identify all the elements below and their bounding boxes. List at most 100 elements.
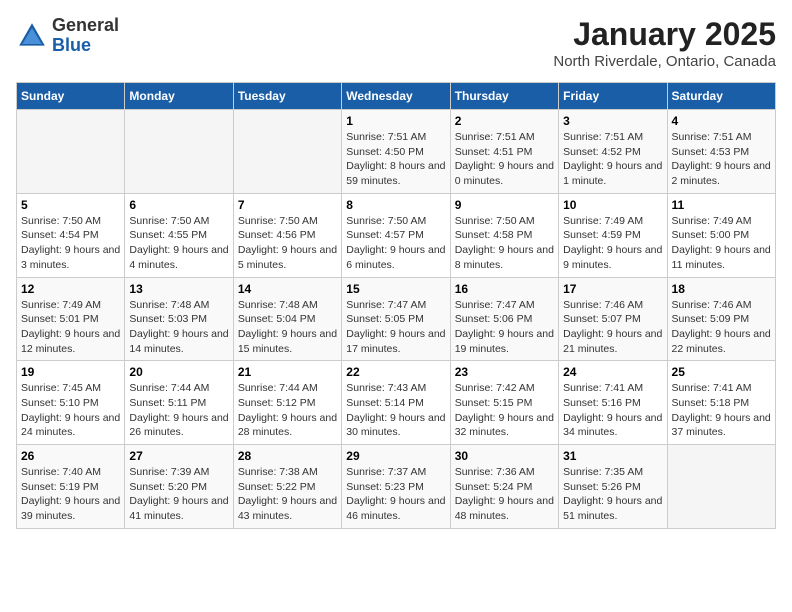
calendar-cell [667, 445, 775, 529]
calendar-cell: 24 Sunrise: 7:41 AM Sunset: 5:16 PM Dayli… [559, 361, 667, 445]
day-info: Sunrise: 7:50 AM Sunset: 4:58 PM Dayligh… [455, 214, 554, 273]
calendar-cell: 30 Sunrise: 7:36 AM Sunset: 5:24 PM Dayli… [450, 445, 558, 529]
day-number: 18 [672, 282, 771, 296]
day-info: Sunrise: 7:49 AM Sunset: 4:59 PM Dayligh… [563, 214, 662, 273]
day-info: Sunrise: 7:46 AM Sunset: 5:07 PM Dayligh… [563, 298, 662, 357]
calendar-cell: 25 Sunrise: 7:41 AM Sunset: 5:18 PM Dayli… [667, 361, 775, 445]
calendar-cell: 20Sunrise: 7:44 AM Sunset: 5:11 PM Dayli… [125, 361, 233, 445]
day-info: Sunrise: 7:35 AM Sunset: 5:26 PM Dayligh… [563, 465, 662, 524]
day-info: Sunrise: 7:48 AM Sunset: 5:03 PM Dayligh… [129, 298, 228, 357]
day-number: 26 [21, 449, 120, 463]
calendar-cell: 10 Sunrise: 7:49 AM Sunset: 4:59 PM Dayli… [559, 193, 667, 277]
day-info: Sunrise: 7:44 AM Sunset: 5:11 PM Dayligh… [129, 381, 228, 440]
calendar-cell: 14 Sunrise: 7:48 AM Sunset: 5:04 PM Dayli… [233, 277, 341, 361]
day-info: Sunrise: 7:37 AM Sunset: 5:23 PM Dayligh… [346, 465, 445, 524]
day-number: 17 [563, 282, 662, 296]
day-info: Sunrise: 7:50 AM Sunset: 4:54 PM Dayligh… [21, 214, 120, 273]
calendar-subtitle: North Riverdale, Ontario, Canada [553, 53, 776, 70]
calendar-cell: 27 Sunrise: 7:39 AM Sunset: 5:20 PM Dayli… [125, 445, 233, 529]
calendar-cell: 5 Sunrise: 7:50 AM Sunset: 4:54 PM Daylig… [17, 193, 125, 277]
calendar-table: SundayMondayTuesdayWednesdayThursdayFrid… [16, 82, 776, 529]
day-number: 13 [129, 282, 228, 296]
day-number: 24 [563, 365, 662, 379]
calendar-header: SundayMondayTuesdayWednesdayThursdayFrid… [17, 83, 776, 110]
day-number: 23 [455, 365, 554, 379]
calendar-week-4: 19Sunrise: 7:45 AM Sunset: 5:10 PM Dayli… [17, 361, 776, 445]
calendar-cell: 1 Sunrise: 7:51 AM Sunset: 4:50 PM Daylig… [342, 110, 450, 194]
day-number: 4 [672, 114, 771, 128]
day-number: 10 [563, 198, 662, 212]
calendar-cell: 7 Sunrise: 7:50 AM Sunset: 4:56 PM Daylig… [233, 193, 341, 277]
calendar-week-2: 5 Sunrise: 7:50 AM Sunset: 4:54 PM Daylig… [17, 193, 776, 277]
day-number: 7 [238, 198, 337, 212]
day-info: Sunrise: 7:43 AM Sunset: 5:14 PM Dayligh… [346, 381, 445, 440]
day-number: 22 [346, 365, 445, 379]
day-info: Sunrise: 7:41 AM Sunset: 5:18 PM Dayligh… [672, 381, 771, 440]
calendar-cell: 13 Sunrise: 7:48 AM Sunset: 5:03 PM Dayli… [125, 277, 233, 361]
weekday-header-monday: Monday [125, 83, 233, 110]
calendar-week-1: 1 Sunrise: 7:51 AM Sunset: 4:50 PM Daylig… [17, 110, 776, 194]
day-number: 31 [563, 449, 662, 463]
calendar-cell: 23 Sunrise: 7:42 AM Sunset: 5:15 PM Dayli… [450, 361, 558, 445]
logo: General Blue [16, 16, 119, 56]
day-info: Sunrise: 7:49 AM Sunset: 5:00 PM Dayligh… [672, 214, 771, 273]
day-info: Sunrise: 7:46 AM Sunset: 5:09 PM Dayligh… [672, 298, 771, 357]
weekday-header-tuesday: Tuesday [233, 83, 341, 110]
calendar-cell [17, 110, 125, 194]
day-number: 5 [21, 198, 120, 212]
day-number: 16 [455, 282, 554, 296]
day-info: Sunrise: 7:51 AM Sunset: 4:50 PM Dayligh… [346, 130, 445, 189]
day-number: 30 [455, 449, 554, 463]
calendar-cell: 8 Sunrise: 7:50 AM Sunset: 4:57 PM Daylig… [342, 193, 450, 277]
day-number: 3 [563, 114, 662, 128]
day-info: Sunrise: 7:50 AM Sunset: 4:56 PM Dayligh… [238, 214, 337, 273]
day-info: Sunrise: 7:36 AM Sunset: 5:24 PM Dayligh… [455, 465, 554, 524]
weekday-header-thursday: Thursday [450, 83, 558, 110]
calendar-cell [125, 110, 233, 194]
day-info: Sunrise: 7:51 AM Sunset: 4:52 PM Dayligh… [563, 130, 662, 189]
calendar-cell: 29Sunrise: 7:37 AM Sunset: 5:23 PM Dayli… [342, 445, 450, 529]
logo-text-general: General [52, 15, 119, 35]
day-info: Sunrise: 7:47 AM Sunset: 5:05 PM Dayligh… [346, 298, 445, 357]
calendar-cell: 12 Sunrise: 7:49 AM Sunset: 5:01 PM Dayli… [17, 277, 125, 361]
calendar-week-3: 12 Sunrise: 7:49 AM Sunset: 5:01 PM Dayli… [17, 277, 776, 361]
day-info: Sunrise: 7:39 AM Sunset: 5:20 PM Dayligh… [129, 465, 228, 524]
calendar-cell [233, 110, 341, 194]
day-info: Sunrise: 7:49 AM Sunset: 5:01 PM Dayligh… [21, 298, 120, 357]
calendar-cell: 6Sunrise: 7:50 AM Sunset: 4:55 PM Daylig… [125, 193, 233, 277]
logo-text-blue: Blue [52, 35, 91, 55]
calendar-cell: 26 Sunrise: 7:40 AM Sunset: 5:19 PM Dayli… [17, 445, 125, 529]
calendar-cell: 17 Sunrise: 7:46 AM Sunset: 5:07 PM Dayli… [559, 277, 667, 361]
calendar-cell: 2 Sunrise: 7:51 AM Sunset: 4:51 PM Daylig… [450, 110, 558, 194]
day-number: 27 [129, 449, 228, 463]
day-info: Sunrise: 7:40 AM Sunset: 5:19 PM Dayligh… [21, 465, 120, 524]
weekday-header-saturday: Saturday [667, 83, 775, 110]
calendar-cell: 22 Sunrise: 7:43 AM Sunset: 5:14 PM Dayli… [342, 361, 450, 445]
day-number: 9 [455, 198, 554, 212]
weekday-header-friday: Friday [559, 83, 667, 110]
day-info: Sunrise: 7:47 AM Sunset: 5:06 PM Dayligh… [455, 298, 554, 357]
day-number: 14 [238, 282, 337, 296]
day-info: Sunrise: 7:44 AM Sunset: 5:12 PM Dayligh… [238, 381, 337, 440]
day-number: 8 [346, 198, 445, 212]
day-number: 6 [129, 198, 228, 212]
day-number: 12 [21, 282, 120, 296]
day-info: Sunrise: 7:48 AM Sunset: 5:04 PM Dayligh… [238, 298, 337, 357]
day-info: Sunrise: 7:51 AM Sunset: 4:51 PM Dayligh… [455, 130, 554, 189]
day-info: Sunrise: 7:42 AM Sunset: 5:15 PM Dayligh… [455, 381, 554, 440]
weekday-header-sunday: Sunday [17, 83, 125, 110]
calendar-cell: 15Sunrise: 7:47 AM Sunset: 5:05 PM Dayli… [342, 277, 450, 361]
day-number: 25 [672, 365, 771, 379]
day-number: 1 [346, 114, 445, 128]
logo-icon [16, 20, 48, 52]
page-header: General Blue January 2025 North Riverdal… [16, 16, 776, 70]
calendar-cell: 3 Sunrise: 7:51 AM Sunset: 4:52 PM Daylig… [559, 110, 667, 194]
day-number: 2 [455, 114, 554, 128]
day-info: Sunrise: 7:50 AM Sunset: 4:57 PM Dayligh… [346, 214, 445, 273]
calendar-title: January 2025 [553, 16, 776, 53]
day-info: Sunrise: 7:45 AM Sunset: 5:10 PM Dayligh… [21, 381, 120, 440]
day-number: 28 [238, 449, 337, 463]
day-info: Sunrise: 7:38 AM Sunset: 5:22 PM Dayligh… [238, 465, 337, 524]
day-info: Sunrise: 7:41 AM Sunset: 5:16 PM Dayligh… [563, 381, 662, 440]
calendar-cell: 11Sunrise: 7:49 AM Sunset: 5:00 PM Dayli… [667, 193, 775, 277]
